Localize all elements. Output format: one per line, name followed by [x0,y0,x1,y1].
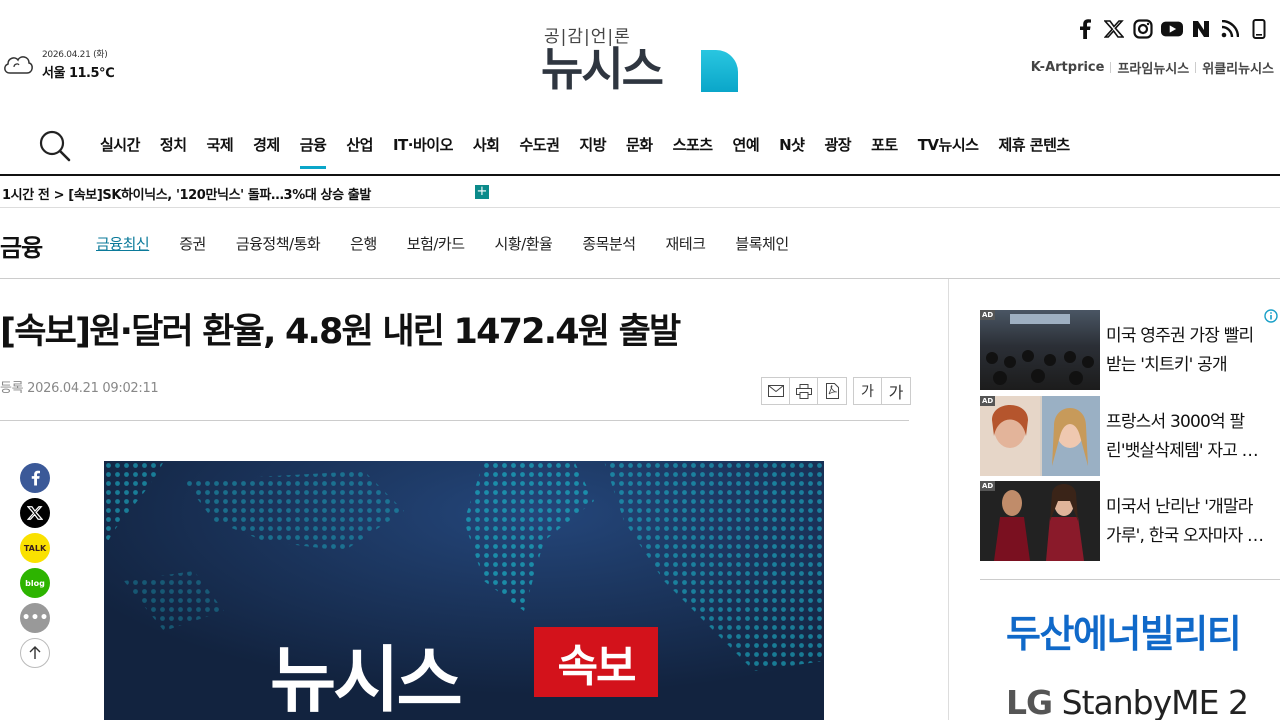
article-divider [0,420,909,421]
mobile-icon[interactable] [1248,18,1270,40]
lg-banner[interactable]: LG StanbyME 2 [1006,683,1249,720]
section-title[interactable]: 금융 [0,228,43,263]
nav-item-culture[interactable]: 문화 [626,134,653,169]
article-dateline: 등록 2026.04.21 09:02:11 [0,381,159,396]
globe-graphic [104,461,824,720]
subnav-item-blockchain[interactable]: 블록체인 [735,233,789,254]
sidebar: AD 미국 영주권 가장 빨리 받는 '치트키' 공개 AD 프랑스서 3000… [950,279,1280,720]
comment-icon[interactable]: ••• [20,603,50,633]
ad-text-line: 린'뱃살삭제템' 자고 … [1106,441,1259,461]
logo-mark [701,50,738,92]
article-headline: [속보]원·달러 환율, 4.8원 내린 1472.4원 출발 [0,312,681,352]
search-icon[interactable] [38,129,72,163]
kakaotalk-icon[interactable]: TALK [20,533,50,563]
link-prime-newsis[interactable]: 프라임뉴시스 [1111,58,1195,77]
ad-tag: AD [980,310,996,320]
share-buttons: TALK blog ••• [20,463,50,668]
site-logo[interactable]: 공|감|언|론 뉴시스 [541,22,741,96]
ad-thumbnail: AD [980,310,1100,390]
article: [속보]원·달러 환율, 4.8원 내린 1472.4원 출발 등록 2026.… [0,279,949,720]
nav-item-tv-newsis[interactable]: TV뉴시스 [918,134,979,169]
nav-item-plaza[interactable]: 광장 [824,134,851,169]
subnav-item-securities[interactable]: 증권 [179,233,206,254]
sidebar-ad[interactable]: AD 프랑스서 3000억 팔 린'뱃살삭제템' 자고 … [980,396,1280,476]
ad-thumbnail: AD [980,481,1100,561]
ad-tag: AD [980,481,996,491]
nav-item-entertainment[interactable]: 연예 [733,134,760,169]
article-tools: 가 가 [761,377,911,405]
nav-item-capital-area[interactable]: 수도권 [519,134,559,169]
nav-item-sports[interactable]: 스포츠 [673,134,713,169]
social-links [1074,18,1270,40]
nav-item-it-bio[interactable]: IT·바이오 [393,134,453,169]
nav-item-partner-content[interactable]: 제휴 콘텐츠 [998,134,1070,169]
nav-item-photo[interactable]: 포토 [871,134,898,169]
weather-widget: 2026.04.21 (화) 서울 11.5℃ [2,47,115,81]
subnav-item-investment[interactable]: 재테크 [666,233,706,254]
nav-item-industry[interactable]: 산업 [346,134,373,169]
x-icon[interactable] [1103,18,1125,40]
sidebar-ad[interactable]: AD 미국 영주권 가장 빨리 받는 '치트키' 공개 [980,310,1280,390]
ad-text-line: 프랑스서 3000억 팔 [1106,412,1245,432]
subnav-item-market-fx[interactable]: 시황/환율 [495,233,553,254]
link-weekly-newsis[interactable]: 위클리뉴시스 [1196,58,1280,77]
weather-temp: 서울 11.5℃ [42,66,115,81]
doosan-banner[interactable]: 두산에너빌리티 [1006,603,1242,658]
nav-item-international[interactable]: 국제 [207,134,234,169]
nav-item-realtime[interactable]: 실시간 [100,134,140,169]
photo-brand: 뉴시스 [270,638,463,720]
pdf-icon[interactable] [818,378,846,404]
nav-item-economy[interactable]: 경제 [253,134,280,169]
cloud-icon [4,56,33,74]
sidebar-divider [980,579,1280,580]
link-k-artprice[interactable]: K-Artprice [1025,60,1111,75]
main-nav: 실시간 정치 국제 경제 금융 산업 IT·바이오 사회 수도권 지방 문화 스… [0,124,1280,176]
rss-icon[interactable] [1219,18,1241,40]
ad-text-line: 받는 '치트키' 공개 [1106,355,1228,375]
instagram-icon[interactable] [1132,18,1154,40]
naver-icon[interactable] [1190,18,1212,40]
breaking-ticker: 1시간 전 > [속보]SK하이닉스, '120만닉스' 돌파…3%대 상승 출… [0,176,1280,208]
font-increase-button[interactable]: 가 [882,378,910,404]
logo-wordmark: 뉴시스 [541,42,664,96]
blog-icon[interactable]: blog [20,568,50,598]
facebook-icon[interactable] [20,463,50,493]
youtube-icon[interactable] [1161,18,1183,40]
subnav-item-insurance-card[interactable]: 보험/카드 [407,233,465,254]
lg-product: StanbyME 2 [1061,683,1249,720]
nav-item-finance[interactable]: 금융 [299,134,327,169]
nav-item-regional[interactable]: 지방 [579,134,606,169]
subnav-item-policy[interactable]: 금융정책/통화 [236,233,321,254]
ad-text-line: 가루', 한국 오자마자 … [1106,526,1264,546]
subnav-item-stock-analysis[interactable]: 종목분석 [582,233,636,254]
print-icon[interactable] [790,378,818,404]
sidebar-ad[interactable]: AD 미국서 난리난 '개말라 가루', 한국 오자마자 … [980,481,1280,561]
ad-thumbnail: AD [980,396,1100,476]
ad-text-line: 미국 영주권 가장 빨리 [1106,326,1254,346]
email-icon[interactable] [762,378,790,404]
top-links: K-Artprice 프라임뉴시스 위클리뉴시스 [1025,58,1280,77]
x-icon[interactable] [20,498,50,528]
nav-item-politics[interactable]: 정치 [160,134,187,169]
article-photo: 뉴시스 속보 [104,461,824,720]
facebook-icon[interactable] [1074,18,1096,40]
subnav-item-latest[interactable]: 금융최신 [96,233,150,254]
font-decrease-button[interactable]: 가 [854,378,882,404]
ticker-headline[interactable]: 1시간 전 > [속보]SK하이닉스, '120만닉스' 돌파…3%대 상승 출… [2,184,371,203]
scroll-top-icon[interactable] [20,638,50,668]
ad-text-line: 미국서 난리난 '개말라 [1106,497,1253,517]
photo-breaking-badge: 속보 [534,627,658,697]
lg-brand: LG [1006,683,1053,720]
nav-item-nshot[interactable]: N샷 [779,134,805,169]
subnav-item-bank[interactable]: 은행 [350,233,377,254]
weather-date: 2026.04.21 (화) [42,50,108,60]
nav-item-society[interactable]: 사회 [473,134,500,169]
ticker-more-button[interactable]: + [475,185,489,199]
ad-tag: AD [980,396,996,406]
section-nav: 금융 금융최신 증권 금융정책/통화 은행 보험/카드 시황/환율 종목분석 재… [0,208,1280,279]
